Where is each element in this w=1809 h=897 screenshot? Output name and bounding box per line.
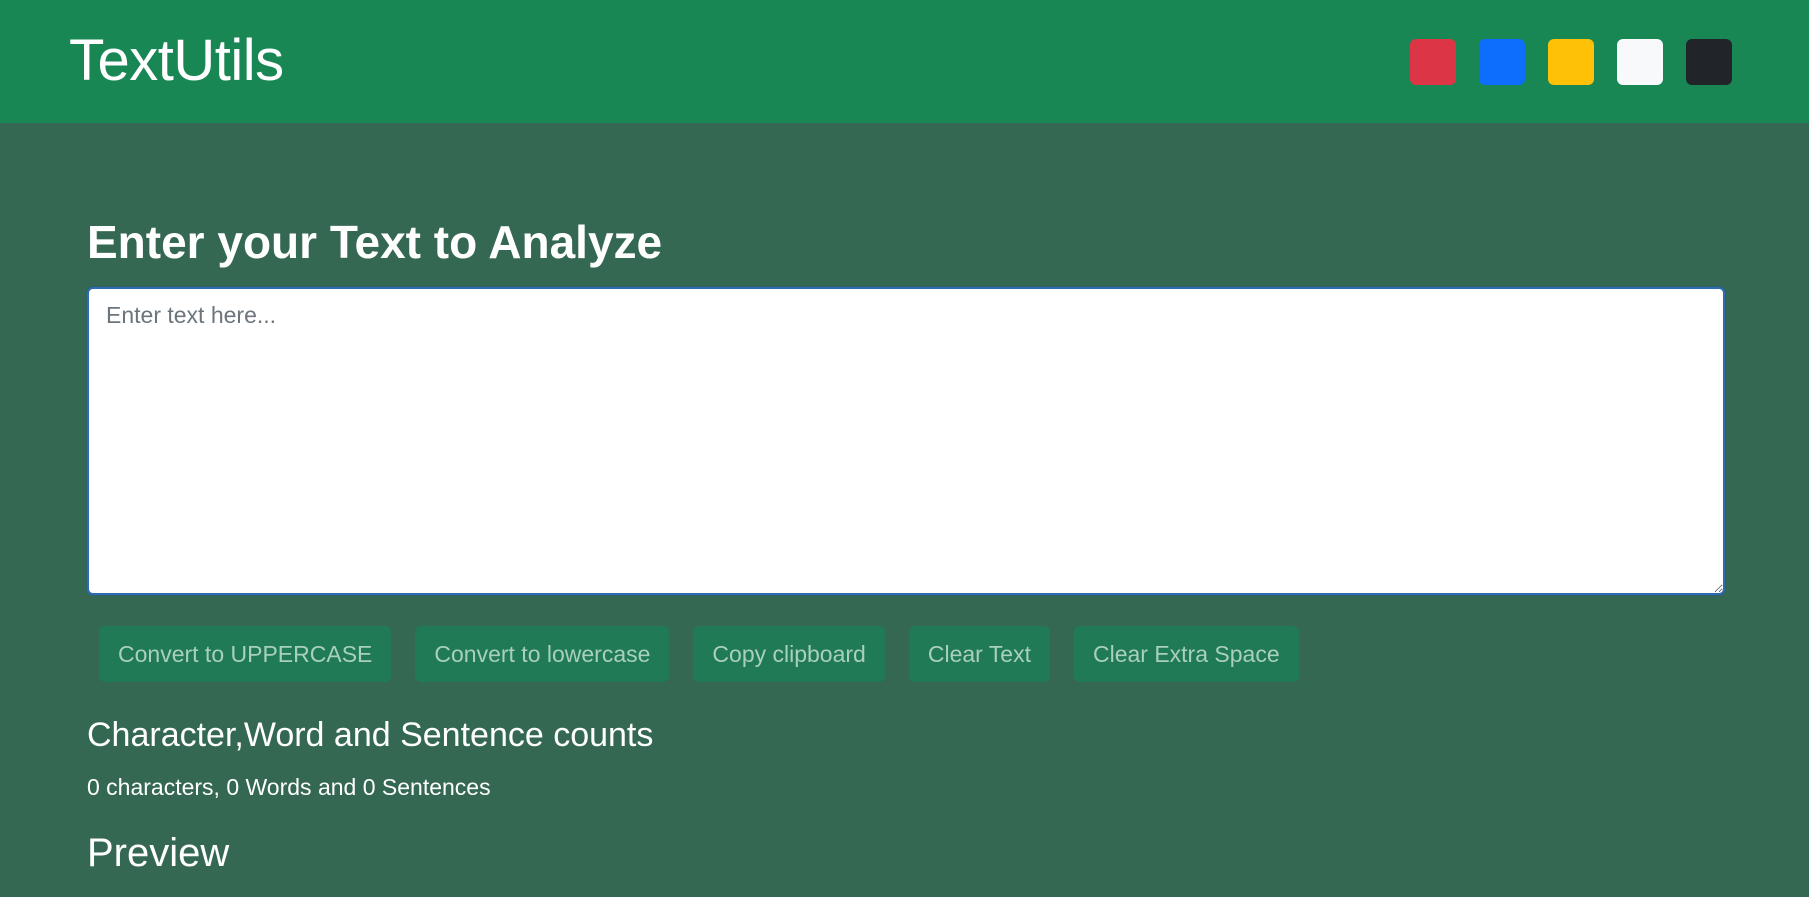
action-buttons: Convert to UPPERCASE Convert to lowercas… [99, 626, 1299, 682]
convert-uppercase-button[interactable]: Convert to UPPERCASE [99, 626, 392, 682]
theme-swatch-red[interactable] [1410, 39, 1456, 85]
theme-switcher [1410, 39, 1732, 85]
convert-lowercase-button[interactable]: Convert to lowercase [415, 626, 670, 682]
theme-swatch-dark[interactable] [1686, 39, 1732, 85]
copy-clipboard-button[interactable]: Copy clipboard [693, 626, 885, 682]
preview-heading: Preview [87, 831, 230, 875]
text-input[interactable] [87, 287, 1725, 595]
summary-counts: 0 characters, 0 Words and 0 Sentences [87, 774, 491, 800]
page-heading: Enter your Text to Analyze [87, 216, 663, 268]
theme-swatch-light[interactable] [1617, 39, 1663, 85]
navbar: TextUtils [0, 0, 1809, 123]
clear-text-button[interactable]: Clear Text [908, 626, 1050, 682]
brand-logo[interactable]: TextUtils [69, 26, 284, 96]
summary-heading: Character,Word and Sentence counts [87, 716, 654, 754]
clear-extra-space-button[interactable]: Clear Extra Space [1073, 626, 1299, 682]
theme-swatch-yellow[interactable] [1548, 39, 1594, 85]
theme-swatch-blue[interactable] [1479, 39, 1525, 85]
